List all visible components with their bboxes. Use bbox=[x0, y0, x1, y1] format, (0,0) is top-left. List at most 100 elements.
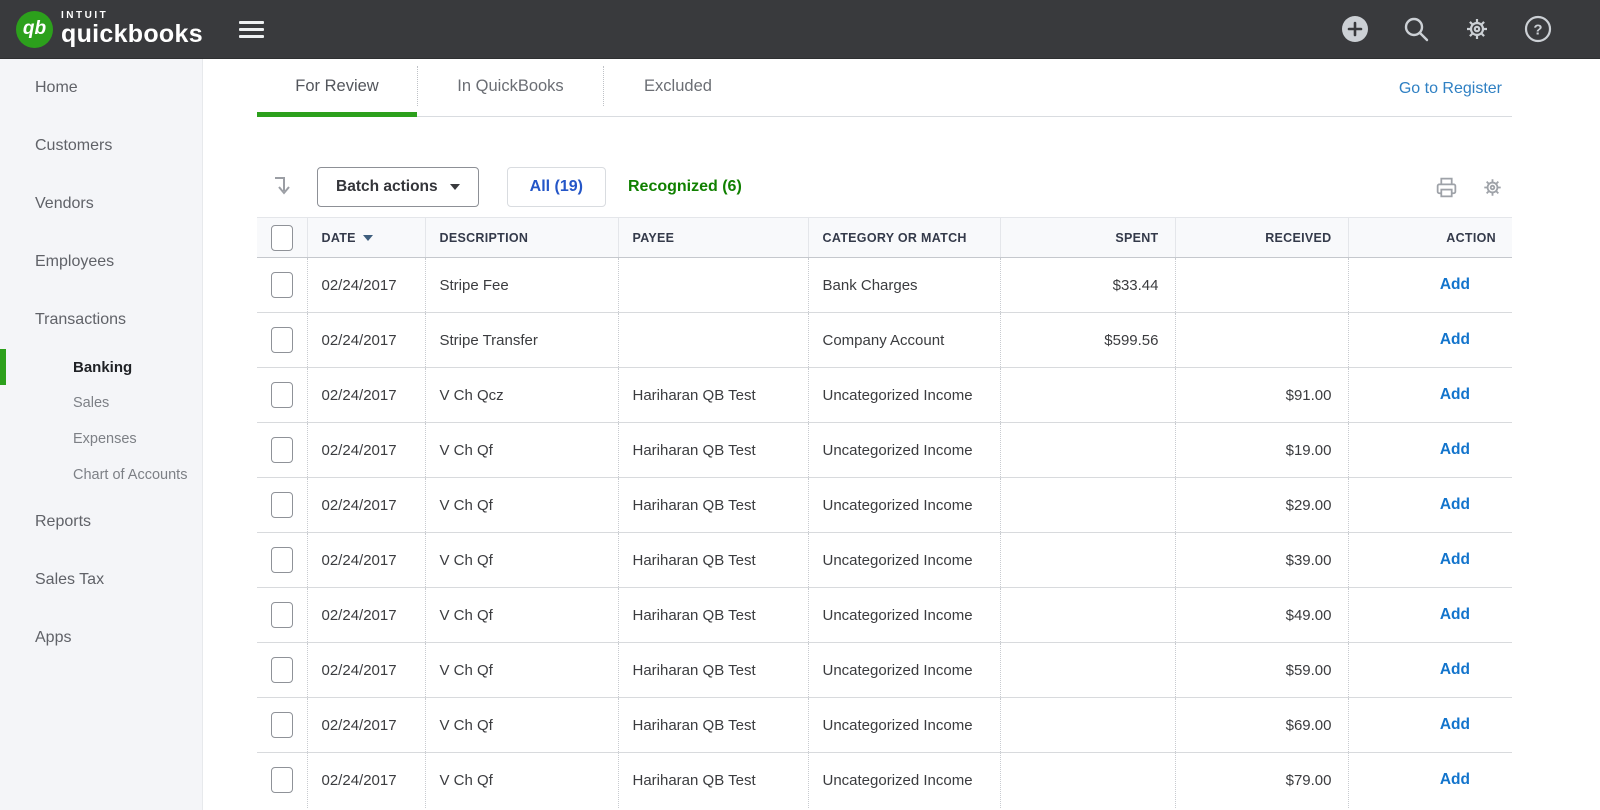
help-icon[interactable]: ? bbox=[1524, 15, 1552, 43]
sidebar-item-apps[interactable]: Apps bbox=[0, 609, 202, 667]
transaction-row[interactable]: 02/24/2017V Ch QfHariharan QB TestUncate… bbox=[257, 753, 1512, 808]
cell-action: Add bbox=[1348, 533, 1512, 588]
transaction-row[interactable]: 02/24/2017V Ch QfHariharan QB TestUncate… bbox=[257, 478, 1512, 533]
cell-received: $39.00 bbox=[1175, 533, 1348, 588]
column-header-spent[interactable]: SPENT bbox=[1000, 218, 1175, 258]
row-checkbox[interactable] bbox=[271, 437, 293, 463]
sidebar-item-customers[interactable]: Customers bbox=[0, 117, 202, 175]
sidebar-item-reports[interactable]: Reports bbox=[0, 493, 202, 551]
add-button[interactable]: Add bbox=[1440, 441, 1470, 458]
cell-checkbox bbox=[257, 753, 307, 808]
cell-spent bbox=[1000, 698, 1175, 753]
transaction-row[interactable]: 02/24/2017V Ch QczHariharan QB TestUncat… bbox=[257, 368, 1512, 423]
row-checkbox[interactable] bbox=[271, 767, 293, 793]
row-checkbox[interactable] bbox=[271, 602, 293, 628]
transaction-row[interactable]: 02/24/2017V Ch QfHariharan QB TestUncate… bbox=[257, 643, 1512, 698]
cell-description: V Ch Qf bbox=[425, 423, 618, 478]
filter-recognized-button[interactable]: Recognized (6) bbox=[628, 178, 742, 196]
cell-spent bbox=[1000, 533, 1175, 588]
add-button[interactable]: Add bbox=[1440, 606, 1470, 623]
add-button[interactable]: Add bbox=[1440, 551, 1470, 568]
sidebar-item-banking[interactable]: Banking bbox=[0, 349, 202, 385]
transaction-row[interactable]: 02/24/2017V Ch QfHariharan QB TestUncate… bbox=[257, 533, 1512, 588]
cell-checkbox bbox=[257, 313, 307, 368]
row-checkbox[interactable] bbox=[271, 382, 293, 408]
cell-category: Uncategorized Income bbox=[808, 533, 1000, 588]
filter-all-button[interactable]: All (19) bbox=[507, 167, 606, 207]
select-all-checkbox[interactable] bbox=[271, 225, 293, 251]
column-header-checkbox[interactable] bbox=[257, 218, 307, 258]
column-header-payee[interactable]: PAYEE bbox=[618, 218, 808, 258]
add-button[interactable]: Add bbox=[1440, 386, 1470, 403]
cell-description: Stripe Fee bbox=[425, 258, 618, 313]
add-button[interactable]: Add bbox=[1440, 771, 1470, 788]
cell-action: Add bbox=[1348, 698, 1512, 753]
transaction-row[interactable]: 02/24/2017Stripe FeeBank Charges$33.44Ad… bbox=[257, 258, 1512, 313]
table-tools bbox=[1434, 175, 1512, 200]
cell-received: $29.00 bbox=[1175, 478, 1348, 533]
cell-checkbox bbox=[257, 588, 307, 643]
column-header-action[interactable]: ACTION bbox=[1348, 218, 1512, 258]
sidebar-item-transactions[interactable]: Transactions bbox=[0, 291, 202, 349]
cell-action: Add bbox=[1348, 643, 1512, 698]
column-header-category[interactable]: CATEGORY OR MATCH bbox=[808, 218, 1000, 258]
row-checkbox[interactable] bbox=[271, 657, 293, 683]
cell-description: Stripe Transfer bbox=[425, 313, 618, 368]
plus-icon[interactable] bbox=[1341, 15, 1369, 43]
sidebar-item-vendors[interactable]: Vendors bbox=[0, 175, 202, 233]
sidebar-item-sales[interactable]: Sales bbox=[0, 385, 202, 421]
cell-date: 02/24/2017 bbox=[307, 533, 425, 588]
add-button[interactable]: Add bbox=[1440, 496, 1470, 513]
row-checkbox[interactable] bbox=[271, 712, 293, 738]
column-header-description[interactable]: DESCRIPTION bbox=[425, 218, 618, 258]
transaction-row[interactable]: 02/24/2017V Ch QfHariharan QB TestUncate… bbox=[257, 423, 1512, 478]
row-checkbox[interactable] bbox=[271, 327, 293, 353]
cell-action: Add bbox=[1348, 313, 1512, 368]
table-settings-icon[interactable] bbox=[1481, 176, 1504, 199]
sidebar-item-home[interactable]: Home bbox=[0, 59, 202, 117]
batch-apply-arrow-icon bbox=[272, 174, 296, 200]
go-to-register-link[interactable]: Go to Register bbox=[1399, 80, 1502, 98]
cell-spent bbox=[1000, 753, 1175, 808]
hamburger-icon[interactable] bbox=[235, 13, 268, 46]
cell-description: V Ch Qf bbox=[425, 753, 618, 808]
cell-checkbox bbox=[257, 423, 307, 478]
transaction-row[interactable]: 02/24/2017V Ch QfHariharan QB TestUncate… bbox=[257, 588, 1512, 643]
cell-received: $79.00 bbox=[1175, 753, 1348, 808]
cell-spent bbox=[1000, 368, 1175, 423]
search-icon[interactable] bbox=[1402, 15, 1430, 43]
quickbooks-logo[interactable]: qb INTUIT quickbooks bbox=[16, 11, 203, 48]
cell-payee: Hariharan QB Test bbox=[618, 533, 808, 588]
sidebar-item-employees[interactable]: Employees bbox=[0, 233, 202, 291]
column-header-date[interactable]: DATE bbox=[307, 218, 425, 258]
batch-actions-button[interactable]: Batch actions bbox=[317, 167, 479, 207]
tab-for-review[interactable]: For Review bbox=[257, 66, 417, 106]
banking-tabbar: For ReviewIn QuickBooksExcluded Go to Re… bbox=[203, 59, 1600, 117]
transaction-row[interactable]: 02/24/2017V Ch QfHariharan QB TestUncate… bbox=[257, 698, 1512, 753]
sort-descending-icon[interactable] bbox=[363, 235, 373, 241]
sidebar-item-chart-of-accounts[interactable]: Chart of Accounts bbox=[0, 457, 202, 493]
cell-payee bbox=[618, 258, 808, 313]
gear-icon[interactable] bbox=[1463, 15, 1491, 43]
cell-payee: Hariharan QB Test bbox=[618, 368, 808, 423]
print-icon[interactable] bbox=[1434, 175, 1459, 200]
add-button[interactable]: Add bbox=[1440, 661, 1470, 678]
add-button[interactable]: Add bbox=[1440, 276, 1470, 293]
add-button[interactable]: Add bbox=[1440, 716, 1470, 733]
cell-date: 02/24/2017 bbox=[307, 753, 425, 808]
cell-checkbox bbox=[257, 258, 307, 313]
add-button[interactable]: Add bbox=[1440, 331, 1470, 348]
tab-in-quickbooks[interactable]: In QuickBooks bbox=[417, 66, 603, 106]
column-header-received[interactable]: RECEIVED bbox=[1175, 218, 1348, 258]
cell-category: Bank Charges bbox=[808, 258, 1000, 313]
sidebar-item-sales-tax[interactable]: Sales Tax bbox=[0, 551, 202, 609]
topbar-actions: ? bbox=[1341, 15, 1600, 43]
tab-excluded[interactable]: Excluded bbox=[603, 66, 752, 106]
row-checkbox[interactable] bbox=[271, 547, 293, 573]
row-checkbox[interactable] bbox=[271, 272, 293, 298]
sidebar-item-expenses[interactable]: Expenses bbox=[0, 421, 202, 457]
sidebar: HomeCustomersVendorsEmployeesTransaction… bbox=[0, 59, 203, 810]
row-checkbox[interactable] bbox=[271, 492, 293, 518]
cell-received: $91.00 bbox=[1175, 368, 1348, 423]
transaction-row[interactable]: 02/24/2017Stripe TransferCompany Account… bbox=[257, 313, 1512, 368]
